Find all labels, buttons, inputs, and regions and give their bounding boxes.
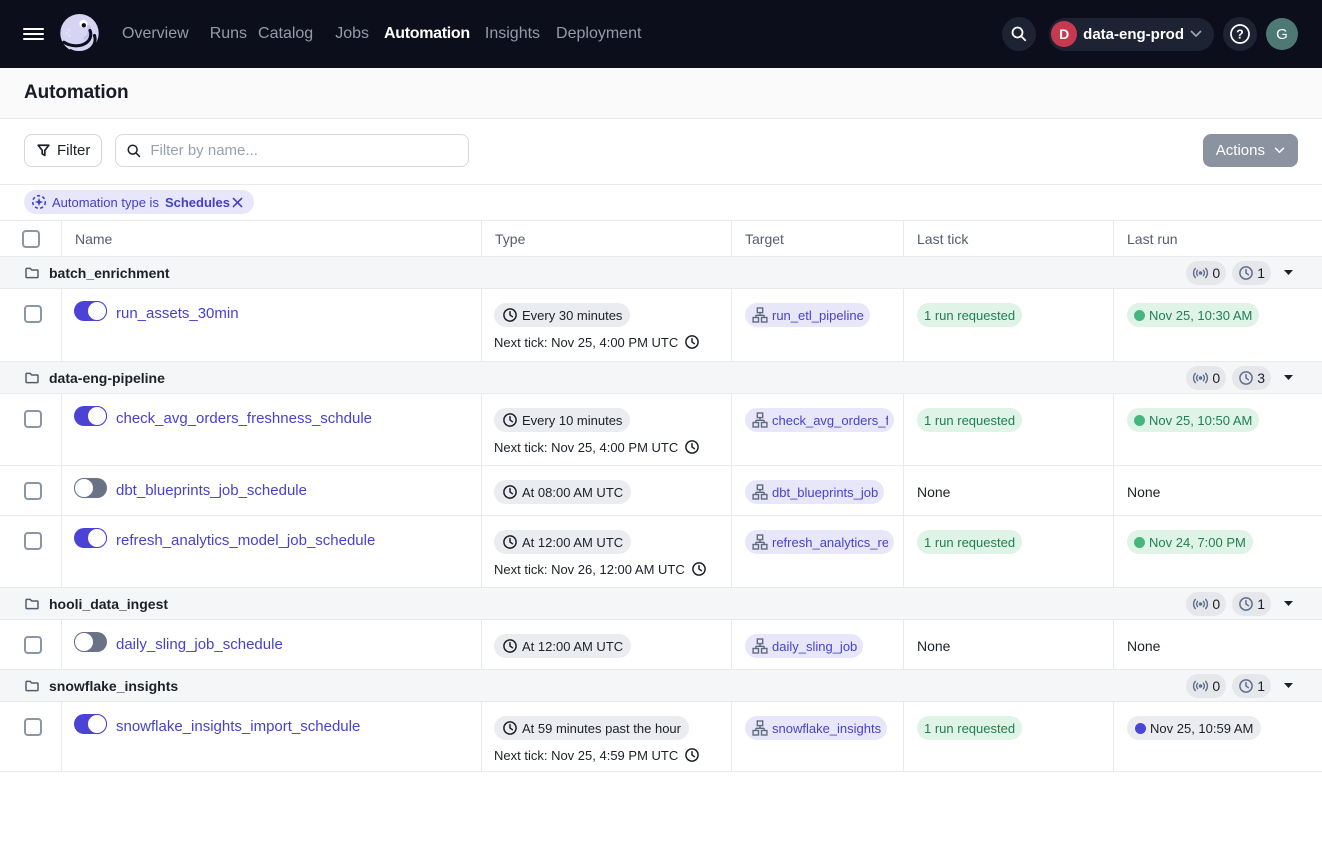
svg-text:?: ? (1236, 27, 1244, 41)
